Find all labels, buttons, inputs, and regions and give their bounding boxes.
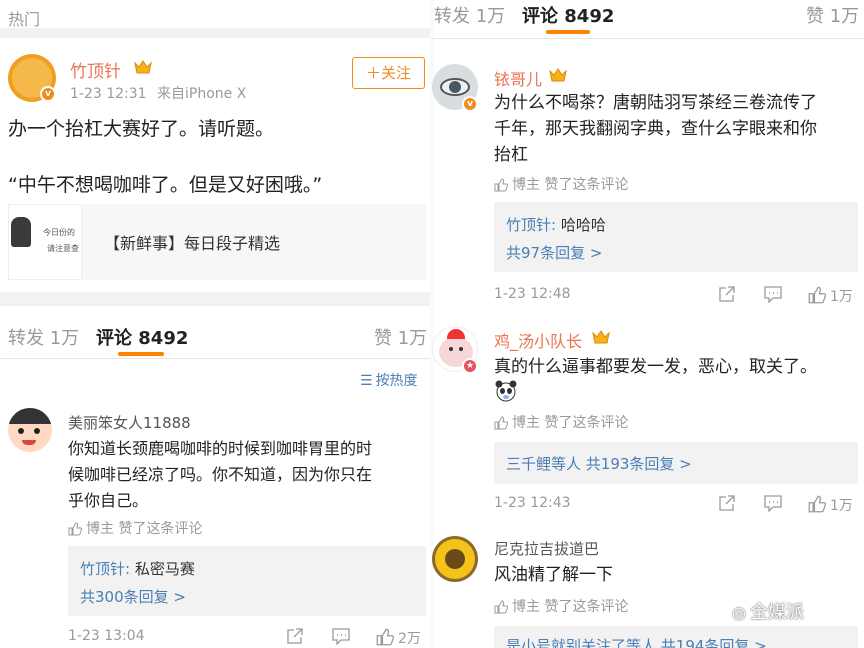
comment-author[interactable]: 美丽笨女人11888 xyxy=(68,412,191,433)
post-line-1: 办一个抬杠大赛好了。请听题。 xyxy=(8,118,275,140)
avatar[interactable] xyxy=(8,408,52,452)
more-replies-link[interactable]: 三千鲤等人 共193条回复 > xyxy=(506,453,692,474)
article-thumbnail: 今日份的 请注意查 xyxy=(8,204,82,280)
comment-time: 1-23 12:43 xyxy=(494,495,571,511)
post-meta: 1-23 12:31 来自iPhone X xyxy=(70,83,246,103)
share-icon[interactable] xyxy=(718,495,735,512)
tab-bar: 转发 1万 评论 8492 赞 1万 xyxy=(432,0,864,34)
reply-box[interactable]: 三千鲤等人 共193条回复 > xyxy=(494,442,858,484)
watermark: ◎ 全媒派 xyxy=(732,602,804,623)
more-replies-link[interactable]: 是小号就别关注了等人 共194条回复 > xyxy=(506,635,767,648)
post-line-2: “中午不想喝咖啡了。但是又好困哦。” xyxy=(8,174,323,196)
post-time: 1-23 12:31 xyxy=(70,86,147,102)
post-author[interactable]: 竹顶针 xyxy=(70,57,121,82)
left-screenshot: 热门 v 竹顶针 1-23 12:31 来自iPhone X ＋关注 办一个抬杠… xyxy=(0,0,432,648)
comment-icon[interactable] xyxy=(764,286,782,303)
comment-icon[interactable] xyxy=(332,628,350,645)
thumbs-up-icon xyxy=(68,522,82,536)
tab-likes[interactable]: 赞 1万 xyxy=(806,2,859,28)
comment-text-3: 抬杠 xyxy=(494,145,528,165)
post-source: 来自iPhone X xyxy=(157,86,247,102)
liked-by-author: 博主 赞了这条评论 xyxy=(494,596,628,616)
comment-text-1: 你知道长颈鹿喝咖啡的时候到咖啡胃里的时 xyxy=(68,439,373,458)
comment-text-2: 候咖啡已经凉了吗。你不知道，因为你只在 xyxy=(68,465,373,484)
tab-bar: 转发 1万 评论 8492 赞 1万 xyxy=(0,312,432,356)
liked-by-author: 博主 赞了这条评论 xyxy=(68,518,202,538)
face-sketch-icon xyxy=(11,217,31,247)
avatar[interactable] xyxy=(432,536,478,582)
like-action[interactable]: 1万 xyxy=(808,286,853,306)
divider xyxy=(0,292,432,306)
verified-icon: v xyxy=(40,86,56,102)
comment-text-1: 为什么不喝茶？唐朝陆羽写茶经三卷流传了 xyxy=(494,93,817,113)
more-replies-link[interactable]: 共300条回复 > xyxy=(80,586,186,607)
reply-box[interactable]: 竹顶针: 私密马赛 共300条回复 > xyxy=(68,546,426,616)
article-card[interactable]: 今日份的 请注意查 【新鲜事】每日段子精选 xyxy=(8,204,426,280)
divider xyxy=(0,28,432,38)
thumbs-up-icon xyxy=(494,178,508,192)
panda-emoji-icon xyxy=(495,380,517,402)
like-icon xyxy=(808,286,826,304)
reply-box[interactable]: 竹顶针: 哈哈哈 共97条回复 > xyxy=(494,202,858,272)
active-tab-indicator xyxy=(118,352,164,356)
like-action[interactable]: 2万 xyxy=(376,628,421,648)
comment-text-1: 风油精了解一下 xyxy=(494,565,613,585)
share-icon[interactable] xyxy=(718,286,735,303)
comment-text-1: 真的什么逼事都要发一发，恶心，取关了。 xyxy=(494,357,817,377)
vip-crown-icon xyxy=(134,60,152,74)
liked-by-author: 博主 赞了这条评论 xyxy=(494,174,628,194)
reply-preview: 竹顶针: 哈哈哈 xyxy=(506,216,606,234)
liked-by-author: 博主 赞了这条评论 xyxy=(494,412,628,432)
sort-toggle[interactable]: ☰ 按热度 xyxy=(360,370,418,390)
active-tab-indicator xyxy=(546,30,590,34)
wechat-icon: ◎ xyxy=(732,603,746,622)
reply-box[interactable]: 是小号就别关注了等人 共194条回复 > xyxy=(494,626,858,648)
comment-author[interactable]: 尼克拉吉拔道巴 xyxy=(494,538,599,559)
reply-preview: 竹顶针: 私密马赛 xyxy=(80,560,195,578)
verified-icon: ★ xyxy=(462,358,478,374)
tab-comments[interactable]: 评论 8492 xyxy=(96,324,188,350)
comment-time: 1-23 12:48 xyxy=(494,286,571,302)
comment-time: 1-23 13:04 xyxy=(68,628,145,644)
thumbs-up-icon xyxy=(494,416,508,430)
like-icon xyxy=(376,628,394,646)
hot-label: 热门 xyxy=(8,10,41,29)
share-icon[interactable] xyxy=(286,628,303,645)
tab-repost[interactable]: 转发 1万 xyxy=(8,324,79,350)
like-icon xyxy=(808,495,826,513)
thumbs-up-icon xyxy=(494,600,508,614)
comment-author[interactable]: 鸡_汤小队长 xyxy=(494,328,582,352)
comment-text-3: 乎你自己。 xyxy=(68,491,149,510)
vip-crown-icon xyxy=(549,68,567,82)
like-action[interactable]: 1万 xyxy=(808,495,853,515)
article-title: 【新鲜事】每日段子精选 xyxy=(104,234,281,253)
more-replies-link[interactable]: 共97条回复 > xyxy=(506,242,602,263)
follow-button[interactable]: ＋关注 xyxy=(352,57,425,89)
tab-likes[interactable]: 赞 1万 xyxy=(374,324,427,350)
verified-icon: v xyxy=(462,96,478,112)
sort-icon: ☰ xyxy=(360,373,373,389)
comment-author[interactable]: 铱哥儿 xyxy=(494,66,542,90)
comment-icon[interactable] xyxy=(764,495,782,512)
tab-comments[interactable]: 评论 8492 xyxy=(522,2,614,28)
comment-text-2: 千年，那天我翻阅字典，查什么字眼来和你 xyxy=(494,119,817,139)
right-screenshot: 转发 1万 评论 8492 赞 1万 v 铱哥儿 为什么不喝茶？唐朝陆羽写茶经三… xyxy=(432,0,864,648)
vip-crown-icon xyxy=(592,330,610,344)
tab-repost[interactable]: 转发 1万 xyxy=(434,2,505,28)
